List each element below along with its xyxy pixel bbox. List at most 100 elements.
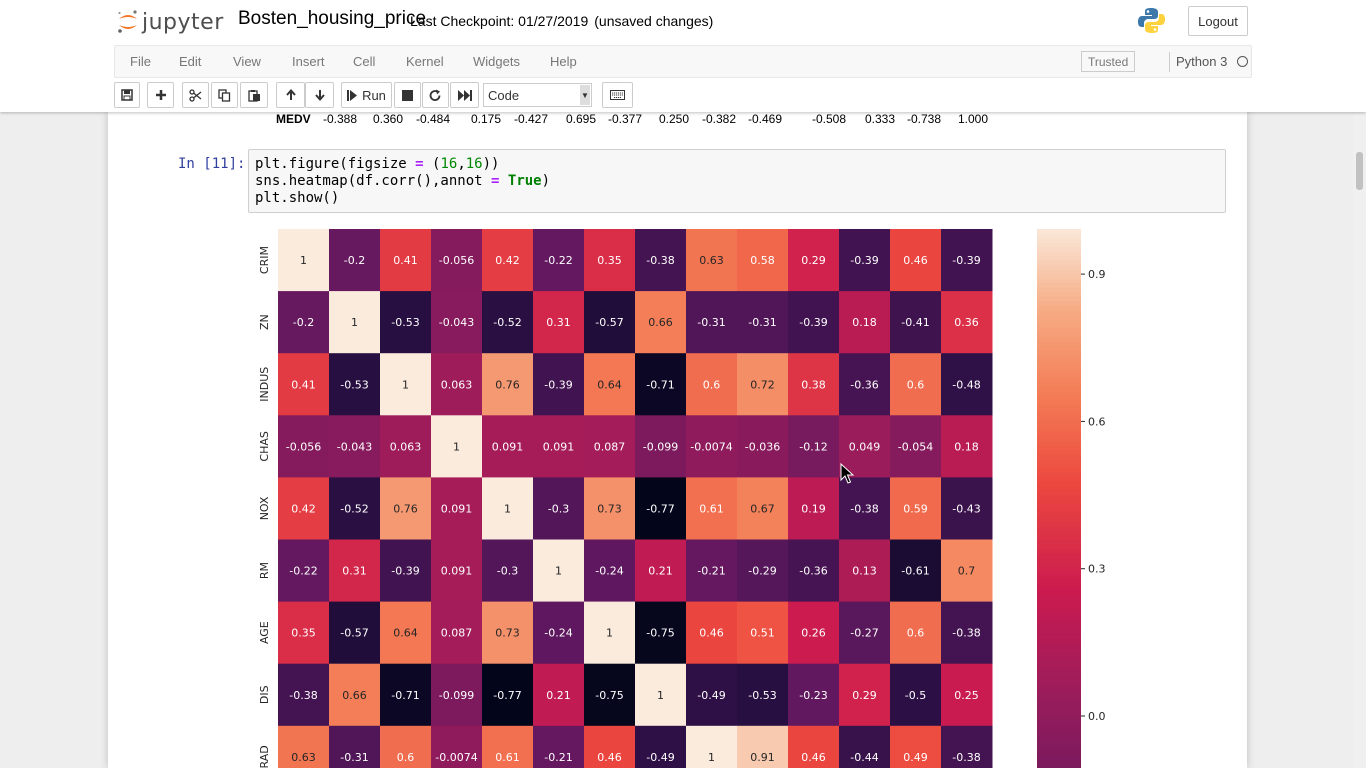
- colorbar-segment: [1037, 504, 1081, 510]
- colorbar-segment: [1037, 359, 1081, 365]
- heatmap-cell-label: 0.41: [291, 378, 316, 391]
- jupyter-logo-link[interactable]: jupyter: [116, 6, 224, 38]
- heatmap-cell-label: 0.64: [597, 378, 622, 391]
- menu-kernel[interactable]: Kernel: [406, 54, 444, 69]
- heatmap-cell-label: -0.44: [850, 751, 878, 764]
- heatmap-cell-label: -0.043: [439, 316, 474, 329]
- menu-view[interactable]: View: [233, 54, 261, 69]
- cut-button[interactable]: [182, 82, 209, 108]
- colorbar-segment: [1037, 756, 1081, 762]
- heatmap-cell-label: 0.29: [801, 254, 826, 267]
- table-cell: 0.360: [373, 112, 404, 126]
- heatmap-cell-label: -0.39: [391, 565, 419, 578]
- colorbar-segment: [1037, 332, 1081, 338]
- heatmap-row-label: NOX: [258, 496, 271, 520]
- restart-run-all-button[interactable]: [450, 82, 479, 108]
- heatmap-cell-label: 1: [453, 440, 460, 453]
- jupyter-wordmark: jupyter: [142, 9, 224, 35]
- heatmap-cell-label: 0.29: [852, 689, 877, 702]
- colorbar-segment: [1037, 409, 1081, 415]
- code-editor[interactable]: plt.figure(figsize = (16,16)) sns.heatma…: [248, 149, 1226, 213]
- colorbar-segment: [1037, 418, 1081, 424]
- table-cell: 0.333: [865, 112, 896, 126]
- menu-file[interactable]: File: [130, 54, 151, 69]
- logout-button[interactable]: Logout: [1188, 6, 1248, 36]
- colorbar-segment: [1037, 256, 1081, 262]
- heatmap-row-label: CRIM: [258, 246, 271, 274]
- trusted-badge[interactable]: Trusted: [1081, 51, 1136, 72]
- colorbar-segment: [1037, 576, 1081, 582]
- interrupt-button[interactable]: [394, 82, 421, 108]
- restart-button[interactable]: [422, 82, 449, 108]
- colorbar-segment: [1037, 567, 1081, 573]
- colorbar-segment: [1037, 517, 1081, 523]
- colorbar-segment: [1037, 377, 1081, 383]
- heatmap-cell-label: -0.53: [391, 316, 419, 329]
- checkpoint-text: Last Checkpoint: 01/27/2019: [410, 13, 589, 29]
- heatmap-cell-label: -0.27: [850, 627, 878, 640]
- heatmap-cell-label: -0.52: [340, 502, 368, 515]
- heatmap-cell-label: -0.3: [497, 565, 518, 578]
- heatmap-cell-label: 0.21: [648, 565, 673, 578]
- scrollbar-thumb[interactable]: [1356, 152, 1363, 190]
- heatmap-cell-label: 1: [504, 502, 511, 515]
- page-scrollbar[interactable]: [1353, 112, 1366, 768]
- notebook-title[interactable]: Bosten_housing_price: [238, 8, 426, 30]
- command-palette-button[interactable]: [602, 82, 633, 108]
- menu-cell[interactable]: Cell: [353, 54, 375, 69]
- heatmap-cell-label: -0.24: [544, 627, 572, 640]
- cell-type-select[interactable]: Code ▼: [483, 83, 592, 107]
- colorbar-segment: [1037, 549, 1081, 555]
- heatmap-cell-label: 0.63: [699, 254, 724, 267]
- paste-button[interactable]: [240, 82, 268, 108]
- colorbar-segment: [1037, 305, 1081, 311]
- menu-insert[interactable]: Insert: [292, 54, 325, 69]
- heatmap-cell-label: 0.091: [492, 440, 524, 453]
- colorbar-segment: [1037, 720, 1081, 726]
- heatmap-cell-label: 0.31: [546, 316, 571, 329]
- heatmap-cell-label: -0.77: [646, 502, 674, 515]
- input-prompt: In [11]:: [178, 156, 246, 172]
- colorbar-segment: [1037, 688, 1081, 694]
- colorbar-segment: [1037, 715, 1081, 722]
- menu-edit[interactable]: Edit: [179, 54, 201, 69]
- heatmap-cell-label: -0.77: [493, 689, 521, 702]
- table-cell: -0.508: [812, 112, 847, 126]
- notebook-container[interactable]: MEDV -0.388 0.360 -0.484 0.175 -0.427 0.…: [108, 112, 1247, 768]
- run-button[interactable]: Run: [341, 82, 392, 108]
- heatmap-cell-label: -0.5: [905, 689, 926, 702]
- colorbar-segment: [1037, 494, 1081, 501]
- unsaved-indicator: (unsaved changes): [594, 13, 714, 29]
- menu-help[interactable]: Help: [550, 54, 577, 69]
- heatmap-cell-label: -0.39: [952, 254, 980, 267]
- colorbar-segment: [1037, 733, 1081, 740]
- kernel-divider: [1169, 52, 1170, 72]
- colorbar-segment: [1037, 350, 1081, 356]
- heatmap-cell-label: -0.21: [544, 751, 572, 764]
- step-forward-icon: [347, 89, 358, 101]
- heatmap-cell-label: -0.099: [439, 689, 474, 702]
- colorbar-segment: [1037, 639, 1081, 645]
- heatmap-row-label: CHAS: [258, 431, 271, 461]
- move-down-button[interactable]: [305, 82, 334, 108]
- heatmap-cell-label: 0.61: [699, 502, 724, 515]
- table-cell: -0.377: [608, 112, 643, 126]
- colorbar-segment: [1037, 247, 1081, 253]
- heatmap-cell-label: 1: [606, 627, 613, 640]
- copy-button[interactable]: [211, 82, 238, 108]
- colorbar-segment: [1037, 229, 1081, 235]
- colorbar-segment: [1037, 400, 1081, 406]
- heatmap-cell-label: 0.049: [849, 440, 881, 453]
- heatmap-cell-label: -0.48: [952, 378, 980, 391]
- scissors-icon: [189, 88, 202, 102]
- colorbar-segment: [1037, 621, 1081, 627]
- colorbar-segment: [1037, 242, 1081, 248]
- move-up-button[interactable]: [276, 82, 305, 108]
- colorbar-segment: [1037, 454, 1081, 460]
- colorbar-segment: [1037, 458, 1081, 465]
- heatmap-cell-label: 0.61: [495, 751, 520, 764]
- save-button[interactable]: [114, 82, 140, 108]
- menu-widgets[interactable]: Widgets: [473, 54, 520, 69]
- heatmap-cell-label: -0.056: [286, 440, 321, 453]
- insert-cell-button[interactable]: [147, 82, 174, 108]
